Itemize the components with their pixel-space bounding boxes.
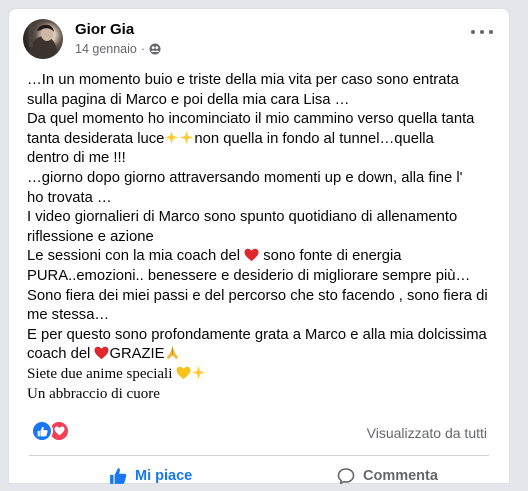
post-meta: 14 gennaio · (75, 42, 161, 56)
post-line: I video giornalieri di Marco sono spunto… (27, 209, 458, 226)
post-line: coach del GRAZIE (27, 345, 502, 365)
seen-by-label[interactable]: Visualizzato da tutti (367, 425, 487, 441)
comment-label: Commenta (363, 468, 438, 484)
avatar[interactable] (23, 19, 63, 59)
post-line: Un abbraccio di cuore (27, 385, 160, 402)
more-dot-icon (480, 30, 484, 34)
post-text-segment: non quella in fondo al tunnel…quella (194, 130, 434, 147)
post-text-segment: coach del (27, 346, 95, 363)
like-reaction-icon (31, 420, 53, 442)
sparkles-icon (191, 365, 206, 382)
friends-icon (149, 43, 161, 55)
comment-button[interactable]: Commenta (337, 461, 438, 491)
post-line: tanta desiderata luce non quella in fondo… (27, 130, 502, 150)
yellow-heart-icon (176, 366, 191, 382)
post-text-segment: Le sessioni con la mia coach del (27, 248, 245, 265)
folded-hands-icon (165, 346, 180, 362)
like-button[interactable]: Mi piace (109, 461, 192, 491)
post-line: Da quel momento ho incominciato il mio c… (27, 111, 475, 128)
post-text-segment: tanta desiderata luce (27, 130, 165, 147)
thumbs-up-icon (109, 467, 127, 485)
post-line: E per questo sono profondamente grata a … (27, 326, 487, 343)
post-line: Le sessioni con la mia coach del sono fo… (27, 247, 502, 267)
post-text-segment: GRAZIE (109, 346, 165, 363)
post-date[interactable]: 14 gennaio (75, 42, 137, 56)
like-label: Mi piace (135, 468, 193, 484)
post-line: PURA..emozioni.. benessere e desiderio d… (27, 267, 471, 284)
post-card: Gior Gia 14 gennaio · …In un momento bui… (8, 8, 510, 485)
post-line: sulla pagina di Marco e poi della mia ca… (27, 91, 350, 108)
red-heart-icon (244, 248, 259, 264)
more-dot-icon (489, 30, 493, 34)
comment-icon (337, 467, 355, 485)
divider (29, 455, 489, 456)
red-heart-icon (94, 346, 109, 362)
post-line: ho trovata … (27, 189, 112, 206)
meta-separator: · (140, 42, 146, 56)
post-text-segment: Siete due anime speciali (27, 365, 177, 382)
sparkles-icon (164, 130, 194, 147)
post-line: Siete due anime speciali (27, 365, 502, 385)
post-line: …In un momento buio e triste della mia v… (27, 72, 459, 88)
post-line: riflessione e azione (27, 228, 154, 245)
reaction-summary[interactable] (31, 420, 70, 442)
post-text: …In un momento buio e triste della mia v… (27, 71, 502, 404)
more-dot-icon (471, 30, 475, 34)
post-line: dentro di me !!! (27, 150, 126, 167)
more-options-button[interactable] (471, 27, 493, 37)
post-text-segment: sono fonte di energia (259, 248, 402, 265)
post-line: Sono fiera dei miei passi e del percorso… (27, 287, 488, 304)
post-line: me stessa… (27, 307, 110, 324)
post-author[interactable]: Gior Gia (75, 21, 134, 38)
post-line: …giorno dopo giorno attraversando moment… (27, 169, 463, 186)
